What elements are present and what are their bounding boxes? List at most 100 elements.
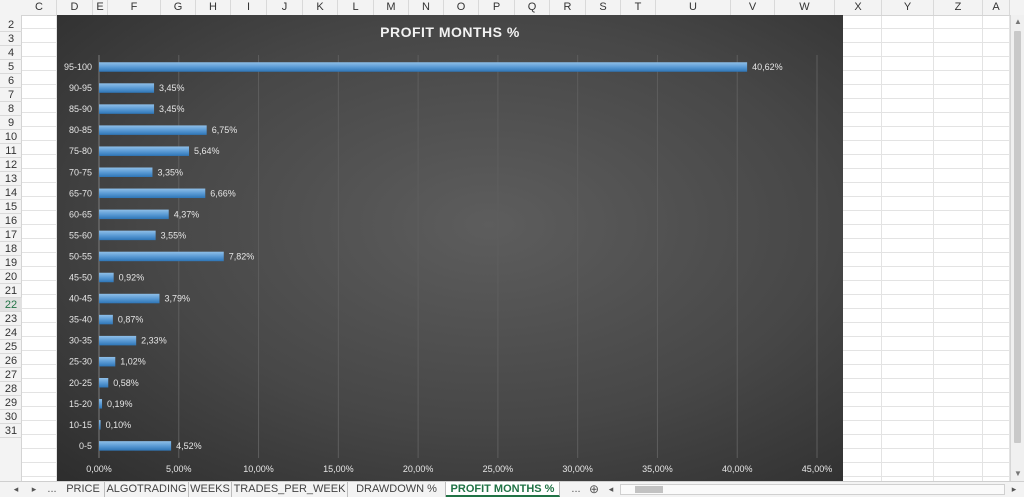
row-header-12[interactable]: 12 [0,158,22,172]
category-label: 20-25 [69,378,92,388]
column-header-t[interactable]: T [621,0,656,15]
data-label: 3,79% [164,294,190,304]
x-tick-label: 25,00% [483,464,514,474]
tab-weeks[interactable]: WEEKS [189,482,232,497]
row-header-28[interactable]: 28 [0,382,22,396]
row-header-7[interactable]: 7 [0,88,22,102]
bar [99,83,155,93]
row-header-21[interactable]: 21 [0,284,22,298]
vertical-scroll-thumb[interactable] [1014,31,1021,443]
data-label: 4,52% [176,441,202,451]
column-header-i[interactable]: I [231,0,267,15]
column-header-r[interactable]: R [550,0,586,15]
bar [99,251,224,262]
bar [99,146,189,156]
more-sheets-right-button[interactable]: ... [568,482,584,497]
row-header-26[interactable]: 26 [0,354,22,368]
row-header-23[interactable]: 23 [0,312,22,326]
column-header-a[interactable]: A [983,0,1010,15]
column-header-p[interactable]: P [479,0,515,15]
vertical-scrollbar[interactable]: ▲ ▼ [1010,15,1024,481]
row-header-6[interactable]: 6 [0,74,22,88]
row-header-20[interactable]: 20 [0,270,22,284]
horizontal-scrollbar[interactable] [620,484,1005,495]
tab-drawdown[interactable]: DRAWDOWN % [348,482,446,497]
column-header-u[interactable]: U [656,0,731,15]
tab-algotrading[interactable]: ALGOTRADING [105,482,189,497]
row-header-29[interactable]: 29 [0,396,22,410]
tab-profit-months[interactable]: PROFIT MONTHS % [446,482,560,497]
column-gridline [982,15,983,481]
row-header-2[interactable]: 2 [0,18,22,32]
category-label: 50-55 [69,251,92,261]
scroll-right-icon[interactable]: ▸ [1008,482,1020,497]
row-header-13[interactable]: 13 [0,172,22,186]
data-label: 0,87% [118,315,144,325]
chart-area[interactable]: PROFIT MONTHS % 0,00% 5,00% 10,00% 15,00% 20… [57,15,843,481]
column-gridline [881,15,882,481]
tab-price[interactable]: PRICE [62,482,105,497]
column-header-v[interactable]: V [731,0,775,15]
bar [99,356,116,367]
tab-trades-per-week[interactable]: TRADES_PER_WEEK [232,482,348,497]
column-header-m[interactable]: M [374,0,409,15]
sheet-tab-bar: ◂ ▸ ... PRICE ALGOTRADING WEEKS TRADES_PER_… [0,481,1024,497]
data-label: 1,02% [120,357,146,367]
column-header-l[interactable]: L [338,0,374,15]
row-header-8[interactable]: 8 [0,102,22,116]
column-header-h[interactable]: H [196,0,231,15]
category-label: 15-20 [69,399,92,409]
row-header-27[interactable]: 27 [0,368,22,382]
row-header-4[interactable]: 4 [0,46,22,60]
data-label: 0,10% [106,420,132,430]
column-header-c[interactable]: C [22,0,57,15]
column-header-k[interactable]: K [303,0,338,15]
category-label: 45-50 [69,273,92,283]
row-header-17[interactable]: 17 [0,228,22,242]
bar [99,167,153,177]
column-header-e[interactable]: E [93,0,108,15]
horizontal-scroll-thumb[interactable] [635,486,663,493]
column-header-f[interactable]: F [108,0,161,15]
column-header-q[interactable]: Q [515,0,550,15]
row-header-31[interactable]: 31 [0,424,22,438]
column-header-n[interactable]: N [409,0,444,15]
column-header-x[interactable]: X [835,0,882,15]
row-header-15[interactable]: 15 [0,200,22,214]
column-header-j[interactable]: J [267,0,303,15]
scroll-down-icon[interactable]: ▼ [1011,467,1024,481]
column-header-z[interactable]: Z [934,0,983,15]
next-sheet-icon[interactable]: ▸ [28,482,40,497]
row-header-10[interactable]: 10 [0,130,22,144]
data-label: 6,66% [210,188,236,198]
category-label: 90-95 [69,83,92,93]
column-header-w[interactable]: W [775,0,835,15]
row-header-5[interactable]: 5 [0,60,22,74]
scroll-up-icon[interactable]: ▲ [1011,15,1024,29]
category-label: 85-90 [69,104,92,114]
row-header-3[interactable]: 3 [0,32,22,46]
row-header-9[interactable]: 9 [0,116,22,130]
row-header-18[interactable]: 18 [0,242,22,256]
row-header-25[interactable]: 25 [0,340,22,354]
prev-sheet-icon[interactable]: ◂ [10,482,22,497]
row-header-16[interactable]: 16 [0,214,22,228]
more-sheets-left-button[interactable]: ... [44,482,60,497]
data-label: 7,82% [229,251,255,261]
column-header-d[interactable]: D [57,0,93,15]
row-header-30[interactable]: 30 [0,410,22,424]
column-header-s[interactable]: S [586,0,621,15]
row-header-11[interactable]: 11 [0,144,22,158]
row-header-22[interactable]: 22 [0,298,22,312]
data-label: 4,37% [174,209,200,219]
row-header-24[interactable]: 24 [0,326,22,340]
data-label: 0,58% [113,378,139,388]
x-tick-label: 0,00% [86,464,112,474]
scroll-left-icon[interactable]: ◂ [605,482,617,497]
row-header-14[interactable]: 14 [0,186,22,200]
add-sheet-icon[interactable]: ⊕ [586,482,602,497]
column-header-o[interactable]: O [444,0,479,15]
column-header-g[interactable]: G [161,0,196,15]
row-header-19[interactable]: 19 [0,256,22,270]
column-header-y[interactable]: Y [882,0,934,15]
